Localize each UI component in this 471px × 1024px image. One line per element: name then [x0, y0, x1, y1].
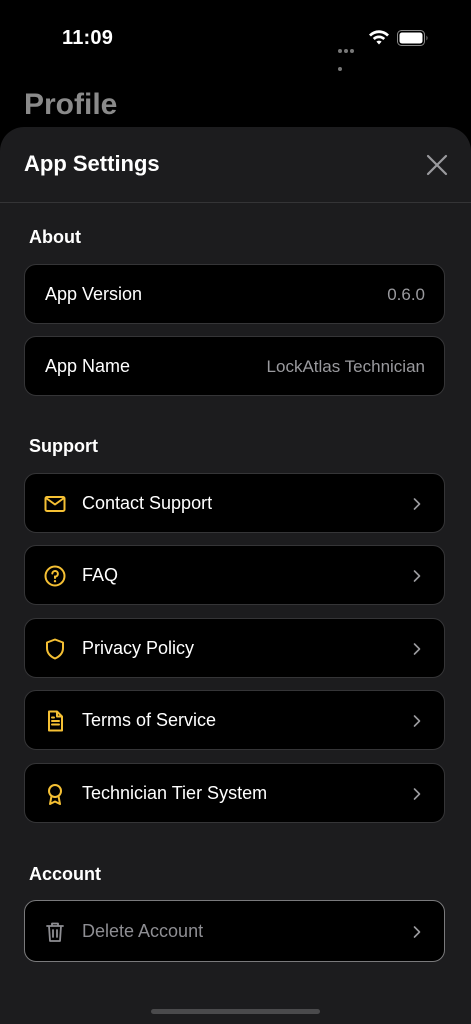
app-settings-sheet: App Settings About App Version 0.6.0 App…: [0, 127, 471, 1024]
close-button[interactable]: [424, 152, 450, 178]
sheet-header: App Settings: [0, 127, 471, 203]
row-label: App Name: [45, 356, 131, 376]
chevron-right-icon: [413, 788, 421, 800]
chevron-right-icon: [413, 643, 421, 655]
row-label: Delete Account: [82, 921, 204, 941]
delete-account-row[interactable]: Delete Account: [24, 900, 445, 962]
row-label: App Version: [45, 284, 143, 304]
mail-icon: [44, 496, 66, 512]
row-label: Terms of Service: [82, 710, 217, 730]
row-label: Privacy Policy: [82, 638, 195, 658]
award-icon: [48, 784, 62, 805]
home-indicator[interactable]: [151, 1009, 320, 1014]
row-label: FAQ: [82, 565, 119, 585]
chevron-right-icon: [413, 498, 421, 510]
status-time: 11:09: [62, 27, 114, 49]
cellular-signal-icon: [338, 40, 360, 71]
section-title-account: Account: [29, 864, 101, 884]
chevron-right-icon: [413, 715, 421, 727]
shield-icon: [46, 638, 64, 660]
contact-support-row[interactable]: Contact Support: [24, 473, 445, 533]
document-icon: [48, 710, 63, 732]
row-value: LockAtlas Technician: [266, 357, 425, 376]
question-circle-icon: [44, 565, 66, 587]
profile-page-title: Profile: [24, 88, 118, 121]
section-title-support: Support: [29, 436, 98, 456]
row-label: Technician Tier System: [82, 783, 268, 803]
terms-of-service-row[interactable]: Terms of Service: [24, 690, 445, 750]
wifi-icon: [369, 30, 389, 45]
technician-tier-system-row[interactable]: Technician Tier System: [24, 763, 445, 823]
app-version-row: App Version 0.6.0: [24, 264, 445, 324]
chevron-right-icon: [413, 570, 421, 582]
trash-icon: [46, 922, 64, 942]
sheet-title: App Settings: [24, 151, 160, 176]
chevron-right-icon: [413, 926, 421, 938]
row-value: 0.6.0: [387, 285, 425, 304]
status-bar: 11:09: [0, 0, 471, 71]
battery-icon: [397, 30, 428, 46]
app-name-row: App Name LockAtlas Technician: [24, 336, 445, 396]
privacy-policy-row[interactable]: Privacy Policy: [24, 618, 445, 678]
section-title-about: About: [29, 227, 81, 247]
faq-row[interactable]: FAQ: [24, 545, 445, 605]
row-label: Contact Support: [82, 493, 213, 513]
